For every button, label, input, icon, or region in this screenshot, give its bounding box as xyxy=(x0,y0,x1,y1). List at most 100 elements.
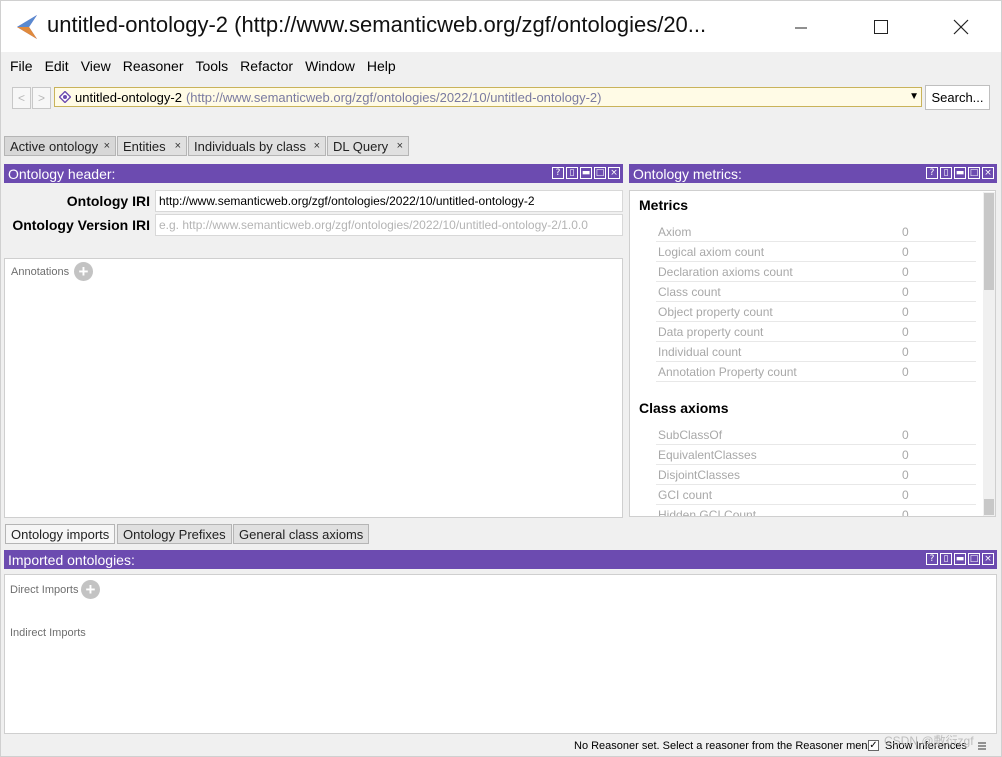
imported-ontologies-title-bar: Imported ontologies: ? ▯ ▬ □ × xyxy=(4,550,997,569)
tab-close-icon[interactable]: × xyxy=(175,140,181,152)
workspace-tab-bar: Active ontology × Entities × Individuals… xyxy=(0,130,1002,157)
tab-general-class-axioms[interactable]: General class axioms xyxy=(233,524,370,544)
metric-value: 0 xyxy=(902,468,909,482)
metric-name: Axiom xyxy=(658,225,692,239)
metric-value: 0 xyxy=(902,325,909,339)
metric-name: Individual count xyxy=(658,345,742,359)
view-controls: ? ▯ ▬ □ × xyxy=(926,553,994,566)
metric-value: 0 xyxy=(902,488,909,502)
imports-box xyxy=(4,574,997,734)
ontology-iri-field[interactable]: http://www.semanticweb.org/zgf/ontologie… xyxy=(155,190,623,212)
metric-value: 0 xyxy=(902,345,909,359)
back-button[interactable]: < xyxy=(12,87,31,109)
metric-row: EquivalentClasses 0 xyxy=(656,445,976,465)
metric-row: Axiom 0 xyxy=(656,222,976,242)
view-close-icon[interactable]: × xyxy=(608,167,620,179)
tab-label: Entities xyxy=(123,138,166,154)
scrollbar-thumb[interactable] xyxy=(984,193,994,290)
tab-ontology-imports[interactable]: Ontology imports xyxy=(5,524,116,544)
view-help-icon[interactable]: ? xyxy=(926,553,938,565)
view-maximize-icon[interactable]: □ xyxy=(594,167,606,179)
reasoner-status-message: No Reasoner set. Select a reasoner from … xyxy=(574,740,874,752)
menu-bar: File Edit View Reasoner Tools Refactor W… xyxy=(0,52,1002,80)
menu-reasoner[interactable]: Reasoner xyxy=(117,58,190,74)
show-inferences-checkbox[interactable]: ✓ xyxy=(868,740,879,751)
ontology-header-title: Ontology header: xyxy=(8,165,116,182)
metric-row: Data property count 0 xyxy=(656,322,976,342)
tab-individuals-by-class[interactable]: Individuals by class × xyxy=(188,136,326,156)
scrollbar-handle[interactable] xyxy=(984,499,994,515)
tab-entities[interactable]: Entities × xyxy=(117,136,187,156)
add-direct-import-icon[interactable]: + xyxy=(81,580,100,599)
maximize-icon xyxy=(874,20,888,34)
close-window-button[interactable] xyxy=(939,10,983,44)
view-maximize-icon[interactable]: □ xyxy=(968,553,980,565)
forward-button[interactable]: > xyxy=(32,87,51,109)
view-minimize-icon[interactable]: ▬ xyxy=(954,553,966,565)
tab-ontology-prefixes[interactable]: Ontology Prefixes xyxy=(117,524,232,544)
tab-close-icon[interactable]: × xyxy=(314,140,320,152)
metric-value: 0 xyxy=(902,285,909,299)
view-maximize-icon[interactable]: □ xyxy=(968,167,980,179)
metric-row: Logical axiom count 0 xyxy=(656,242,976,262)
tab-close-icon[interactable]: × xyxy=(397,140,403,152)
dropdown-arrow-icon[interactable]: ▼ xyxy=(909,91,919,102)
tab-dl-query[interactable]: DL Query × xyxy=(327,136,409,156)
close-icon xyxy=(953,19,969,35)
ontology-metrics-title: Ontology metrics: xyxy=(633,165,742,182)
metric-name: Class count xyxy=(658,285,721,299)
add-annotation-icon[interactable]: + xyxy=(74,262,93,281)
metric-value: 0 xyxy=(902,305,909,319)
ontology-metrics-title-bar: Ontology metrics: ? ▯ ▬ □ × xyxy=(629,164,997,183)
status-bar: No Reasoner set. Select a reasoner from … xyxy=(0,735,1002,757)
view-minimize-icon[interactable]: ▬ xyxy=(580,167,592,179)
view-close-icon[interactable]: × xyxy=(982,167,994,179)
active-ontology-selector[interactable]: untitled-ontology-2 (http://www.semantic… xyxy=(54,87,922,107)
metric-value: 0 xyxy=(902,265,909,279)
metric-value: 0 xyxy=(902,365,909,379)
menu-refactor[interactable]: Refactor xyxy=(234,58,299,74)
metric-name: Declaration axioms count xyxy=(658,265,793,279)
tab-active-ontology[interactable]: Active ontology × xyxy=(4,136,116,156)
view-help-icon[interactable]: ? xyxy=(552,167,564,179)
view-help-icon[interactable]: ? xyxy=(926,167,938,179)
metric-value: 0 xyxy=(902,428,909,442)
tab-label: Active ontology xyxy=(10,138,99,154)
ontology-iri-label: Ontology IRI xyxy=(66,193,150,209)
protege-app-icon xyxy=(17,15,37,39)
metric-name: Object property count xyxy=(658,305,773,319)
ontology-header-title-bar: Ontology header: ? ▯ ▬ □ × xyxy=(4,164,623,183)
metric-name: SubClassOf xyxy=(658,428,723,442)
metric-value: 0 xyxy=(902,225,909,239)
metric-row: Annotation Property count 0 xyxy=(656,362,976,382)
ontology-version-iri-field[interactable]: e.g. http://www.semanticweb.org/zgf/onto… xyxy=(155,214,623,236)
title-bar: untitled-ontology-2 (http://www.semantic… xyxy=(0,0,1002,52)
tab-label: Individuals by class xyxy=(194,138,306,154)
view-split-icon[interactable]: ▯ xyxy=(566,167,578,179)
metrics-heading: Metrics xyxy=(639,197,689,213)
minimize-button[interactable] xyxy=(779,10,823,44)
menu-window[interactable]: Window xyxy=(299,58,361,74)
menu-tools[interactable]: Tools xyxy=(189,58,234,74)
class-axioms-heading: Class axioms xyxy=(639,400,729,416)
maximize-button[interactable] xyxy=(859,10,903,44)
tab-label: DL Query xyxy=(333,138,389,154)
metrics-scrollbar[interactable] xyxy=(983,192,995,516)
metric-name: GCI count xyxy=(658,488,713,502)
menu-help[interactable]: Help xyxy=(361,58,402,74)
metric-value: 0 xyxy=(902,245,909,259)
view-close-icon[interactable]: × xyxy=(982,553,994,565)
view-split-icon[interactable]: ▯ xyxy=(940,553,952,565)
metric-row: GCI count 0 xyxy=(656,485,976,505)
status-menu-icon[interactable] xyxy=(977,741,987,751)
menu-view[interactable]: View xyxy=(75,58,117,74)
view-minimize-icon[interactable]: ▬ xyxy=(954,167,966,179)
ontology-icon xyxy=(59,91,71,103)
view-controls: ? ▯ ▬ □ × xyxy=(926,167,994,180)
ontology-version-iri-label: Ontology Version IRI xyxy=(12,217,150,233)
tab-close-icon[interactable]: × xyxy=(104,140,110,152)
view-split-icon[interactable]: ▯ xyxy=(940,167,952,179)
search-button[interactable]: Search... xyxy=(925,85,990,110)
menu-edit[interactable]: Edit xyxy=(39,58,75,74)
menu-file[interactable]: File xyxy=(4,58,39,74)
